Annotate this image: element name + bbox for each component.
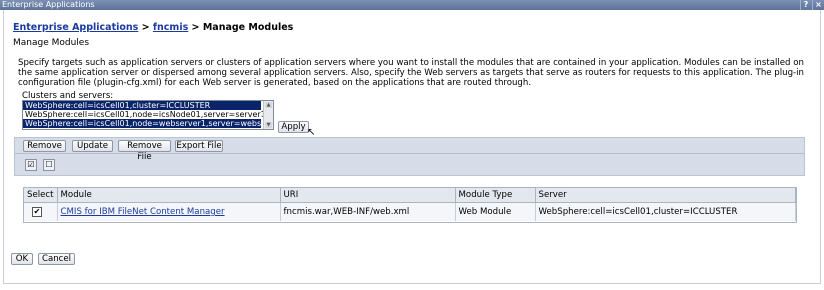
module-toolbar: Remove Update Remove File Export File ☑ … [14, 137, 805, 176]
export-file-button[interactable]: Export File [175, 140, 223, 152]
apply-button[interactable]: Apply [278, 121, 309, 133]
modules-table: Select Module URI Module Type Server ✔ C… [23, 187, 797, 223]
module-cell: CMIS for IBM FileNet Content Manager [57, 202, 281, 221]
select-all-icon[interactable]: ☑ [25, 159, 37, 171]
breadcrumb-link-fncmis[interactable]: fncmis [153, 22, 188, 33]
server-cell: WebSphere:cell=icsCell01,cluster=ICCLUST… [535, 202, 797, 221]
clusters-listbox[interactable]: WebSphere:cell=icsCell01,cluster=ICCLUST… [22, 100, 274, 130]
help-icon[interactable]: ? [800, 0, 811, 10]
remove-button[interactable]: Remove [23, 140, 66, 152]
column-header-module: Module [57, 188, 281, 203]
listbox-scrollbar[interactable]: ▲ ▼ [263, 101, 273, 129]
select-cell: ✔ [24, 202, 58, 221]
page-subtitle: Manage Modules [13, 38, 90, 48]
breadcrumb-separator: > [138, 22, 153, 33]
cancel-button[interactable]: Cancel [38, 253, 75, 265]
breadcrumb-separator: > [188, 22, 203, 33]
window-title: Enterprise Applications [2, 0, 95, 9]
window-titlebar: Enterprise Applications ? × [0, 0, 824, 10]
ok-button[interactable]: OK [11, 253, 33, 265]
scroll-up-icon[interactable]: ▲ [265, 102, 272, 108]
column-header-module-type: Module Type [455, 188, 536, 203]
breadcrumb-link-enterprise-applications[interactable]: Enterprise Applications [13, 22, 138, 33]
toolbar-divider [15, 153, 804, 154]
scroll-down-icon[interactable]: ▼ [265, 122, 272, 128]
uri-cell: fncmis.war,WEB-INF/web.xml [280, 202, 456, 221]
module-type-cell: Web Module [455, 202, 536, 221]
clusters-option[interactable]: WebSphere:cell=icsCell01,cluster=ICCLUST… [23, 101, 261, 110]
deselect-all-icon[interactable]: ☐ [43, 159, 55, 171]
update-button[interactable]: Update [72, 140, 113, 152]
close-icon[interactable]: × [812, 0, 824, 10]
table-header-row: Select Module URI Module Type Server [24, 188, 797, 203]
column-header-select: Select [24, 188, 58, 203]
table-row: ✔ CMIS for IBM FileNet Content Manager f… [24, 202, 797, 221]
page-description: Specify targets such as application serv… [18, 58, 804, 88]
column-header-uri: URI [280, 188, 456, 203]
row-select-checkbox[interactable]: ✔ [32, 206, 42, 217]
breadcrumb: Enterprise Applications > fncmis > Manag… [13, 22, 293, 33]
remove-file-button[interactable]: Remove File [118, 140, 171, 162]
column-header-server: Server [535, 188, 797, 203]
clusters-option[interactable]: WebSphere:cell=icsCell01,node=icsNode01,… [23, 110, 266, 119]
module-link[interactable]: CMIS for IBM FileNet Content Manager [61, 207, 225, 217]
breadcrumb-current: Manage Modules [202, 22, 294, 33]
clusters-option[interactable]: WebSphere:cell=icsCell01,node=webserver1… [23, 119, 273, 128]
